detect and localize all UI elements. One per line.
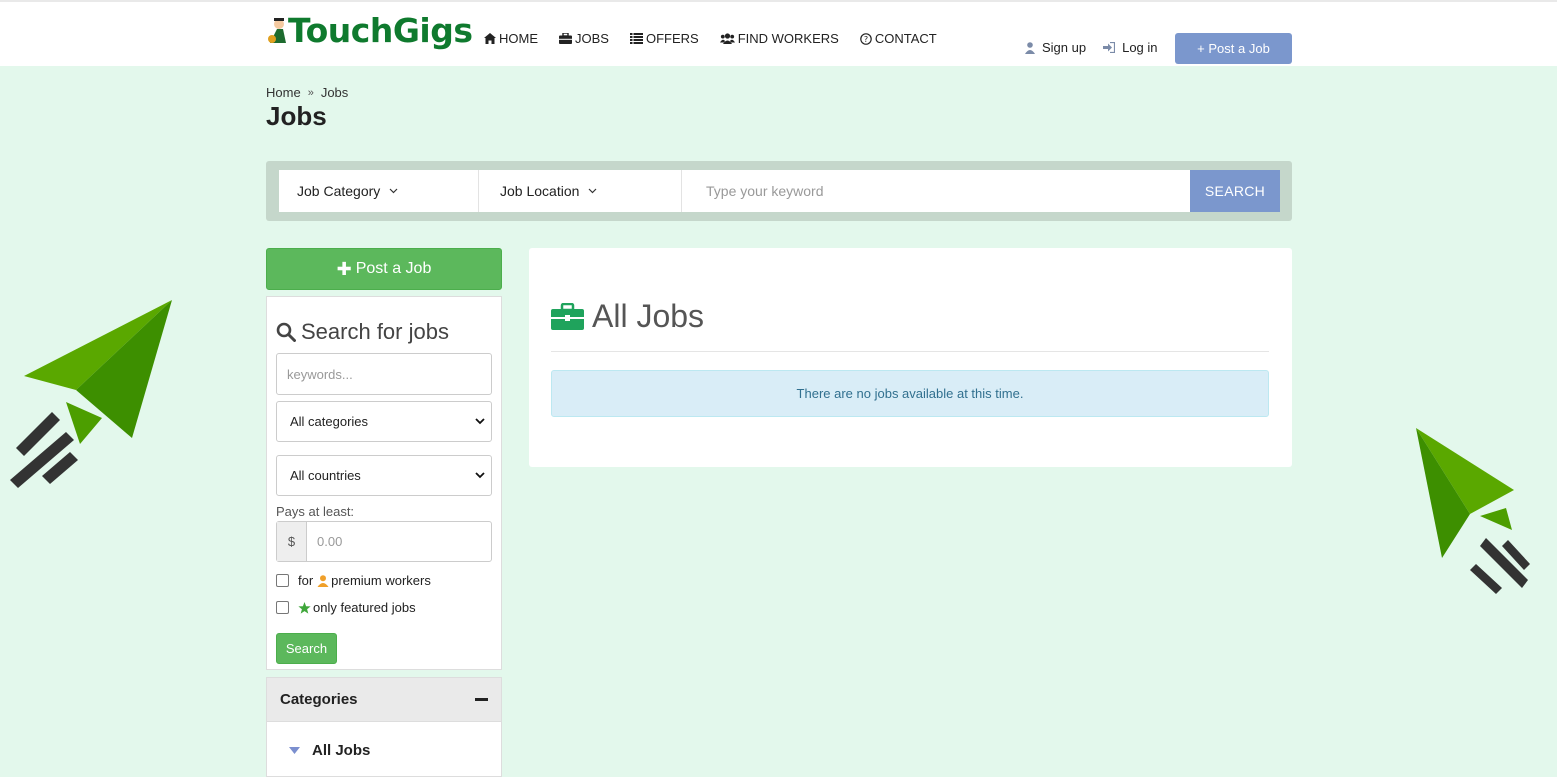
page-title: Jobs (266, 101, 327, 131)
job-category-dropdown[interactable]: Job Category (279, 170, 479, 212)
search-panel-title-text: Search for jobs (301, 319, 449, 344)
keywords-input[interactable]: keywords... (276, 353, 492, 395)
logo[interactable]: TouchGigs (266, 10, 473, 50)
chevron-down-icon (475, 418, 485, 425)
svg-text:?: ? (864, 35, 868, 44)
paper-plane-left-icon (10, 300, 172, 488)
user-icon (1025, 41, 1035, 54)
all-jobs-title: All Jobs (592, 298, 705, 334)
min-pay-input-group: $ 0.00 (276, 521, 492, 562)
auth-links: Sign up Log in (1025, 40, 1175, 55)
category-select[interactable]: All categories (276, 401, 492, 442)
main-nav: HOME JOBS OFFERS FIND WORKERS ? CONTACT (484, 31, 958, 46)
divider (551, 351, 1269, 352)
sign-in-icon (1103, 42, 1116, 53)
brand-name: TouchGigs (288, 10, 473, 50)
paper-plane-right-icon (1416, 428, 1530, 594)
min-pay-input[interactable]: 0.00 (307, 522, 491, 561)
list-icon (629, 33, 643, 44)
chevron-down-icon (475, 472, 485, 479)
categories-title: Categories (280, 691, 358, 708)
collapse-minus-icon[interactable] (475, 698, 488, 701)
top-navbar: TouchGigs HOME JOBS OFFERS FIND WORKERS … (0, 0, 1557, 66)
nav-home-label: HOME (499, 31, 538, 46)
post-job-header-button[interactable]: + Post a Job (1175, 33, 1292, 64)
job-location-dropdown[interactable]: Job Location (479, 170, 682, 212)
featured-jobs-checkbox[interactable] (276, 601, 289, 614)
categories-header: Categories (267, 678, 501, 722)
premium-workers-checkbox[interactable] (276, 574, 289, 587)
plus-icon: ✚ (336, 258, 352, 279)
keywords-placeholder: keywords... (287, 366, 353, 382)
premium-workers-filter: for premium workers (276, 573, 431, 588)
featured-label: only featured jobs (313, 600, 416, 615)
premium-user-icon (317, 574, 329, 587)
nav-home[interactable]: HOME (484, 31, 538, 46)
chevron-down-icon (588, 188, 597, 194)
pays-at-least-label: Pays at least: (276, 504, 355, 519)
category-item-all-jobs[interactable]: All Jobs (289, 742, 370, 759)
briefcase-icon (551, 303, 584, 330)
breadcrumb-separator-icon: » (307, 86, 314, 99)
jobs-list-card: All Jobs There are no jobs available at … (529, 248, 1292, 467)
nav-contact[interactable]: ? CONTACT (860, 31, 937, 46)
nav-contact-label: CONTACT (874, 31, 937, 46)
chevron-down-icon (389, 188, 398, 194)
search-icon (276, 322, 296, 342)
post-job-label: Post a Job (355, 260, 432, 277)
star-icon (298, 601, 311, 614)
caret-down-icon (289, 747, 300, 754)
logo-mascot-icon (268, 18, 286, 43)
all-jobs-heading: All Jobs (551, 298, 704, 335)
keyword-search-input[interactable]: Type your keyword (682, 170, 1190, 212)
keyword-placeholder: Type your keyword (706, 183, 824, 199)
login-label: Log in (1122, 40, 1158, 55)
featured-jobs-filter: only featured jobs (276, 600, 416, 615)
job-category-label: Job Category (297, 183, 381, 199)
job-search-panel: Search for jobs keywords... All categori… (266, 296, 502, 670)
nav-offers-label: OFFERS (645, 31, 699, 46)
nav-offers[interactable]: OFFERS (629, 31, 699, 46)
search-panel-title: Search for jobs (276, 319, 449, 345)
currency-addon: $ (277, 522, 307, 561)
category-select-value: All categories (290, 414, 369, 429)
category-item-label: All Jobs (312, 742, 371, 759)
breadcrumb-home[interactable]: Home (266, 85, 301, 100)
job-location-label: Job Location (500, 183, 580, 199)
nav-jobs[interactable]: JOBS (559, 31, 609, 46)
country-select[interactable]: All countries (276, 455, 492, 496)
categories-panel: Categories All Jobs (266, 677, 502, 777)
nav-find-workers[interactable]: FIND WORKERS (719, 31, 839, 46)
min-pay-placeholder: 0.00 (317, 534, 343, 549)
question-circle-icon: ? (860, 32, 872, 45)
nav-jobs-label: JOBS (575, 31, 609, 46)
users-icon (719, 33, 735, 44)
briefcase-icon (559, 33, 572, 44)
search-button[interactable]: SEARCH (1190, 170, 1280, 212)
login-link[interactable]: Log in (1103, 40, 1158, 55)
sidebar-search-button[interactable]: Search (276, 633, 337, 664)
breadcrumb-current: Jobs (320, 85, 349, 100)
job-search-bar: Job Category Job Location Type your keyw… (266, 161, 1292, 221)
search-bar-inner: Job Category Job Location Type your keyw… (279, 170, 1280, 212)
premium-prefix: for (298, 573, 314, 588)
home-icon (484, 33, 496, 44)
nav-find-workers-label: FIND WORKERS (737, 31, 839, 46)
country-select-value: All countries (290, 468, 361, 483)
signup-label: Sign up (1042, 40, 1087, 55)
post-job-button[interactable]: ✚ Post a Job (266, 248, 502, 290)
breadcrumb: Home » Jobs (266, 85, 348, 100)
signup-link[interactable]: Sign up (1025, 40, 1086, 55)
empty-jobs-alert: There are no jobs available at this time… (551, 370, 1269, 417)
premium-label: premium workers (331, 573, 431, 588)
